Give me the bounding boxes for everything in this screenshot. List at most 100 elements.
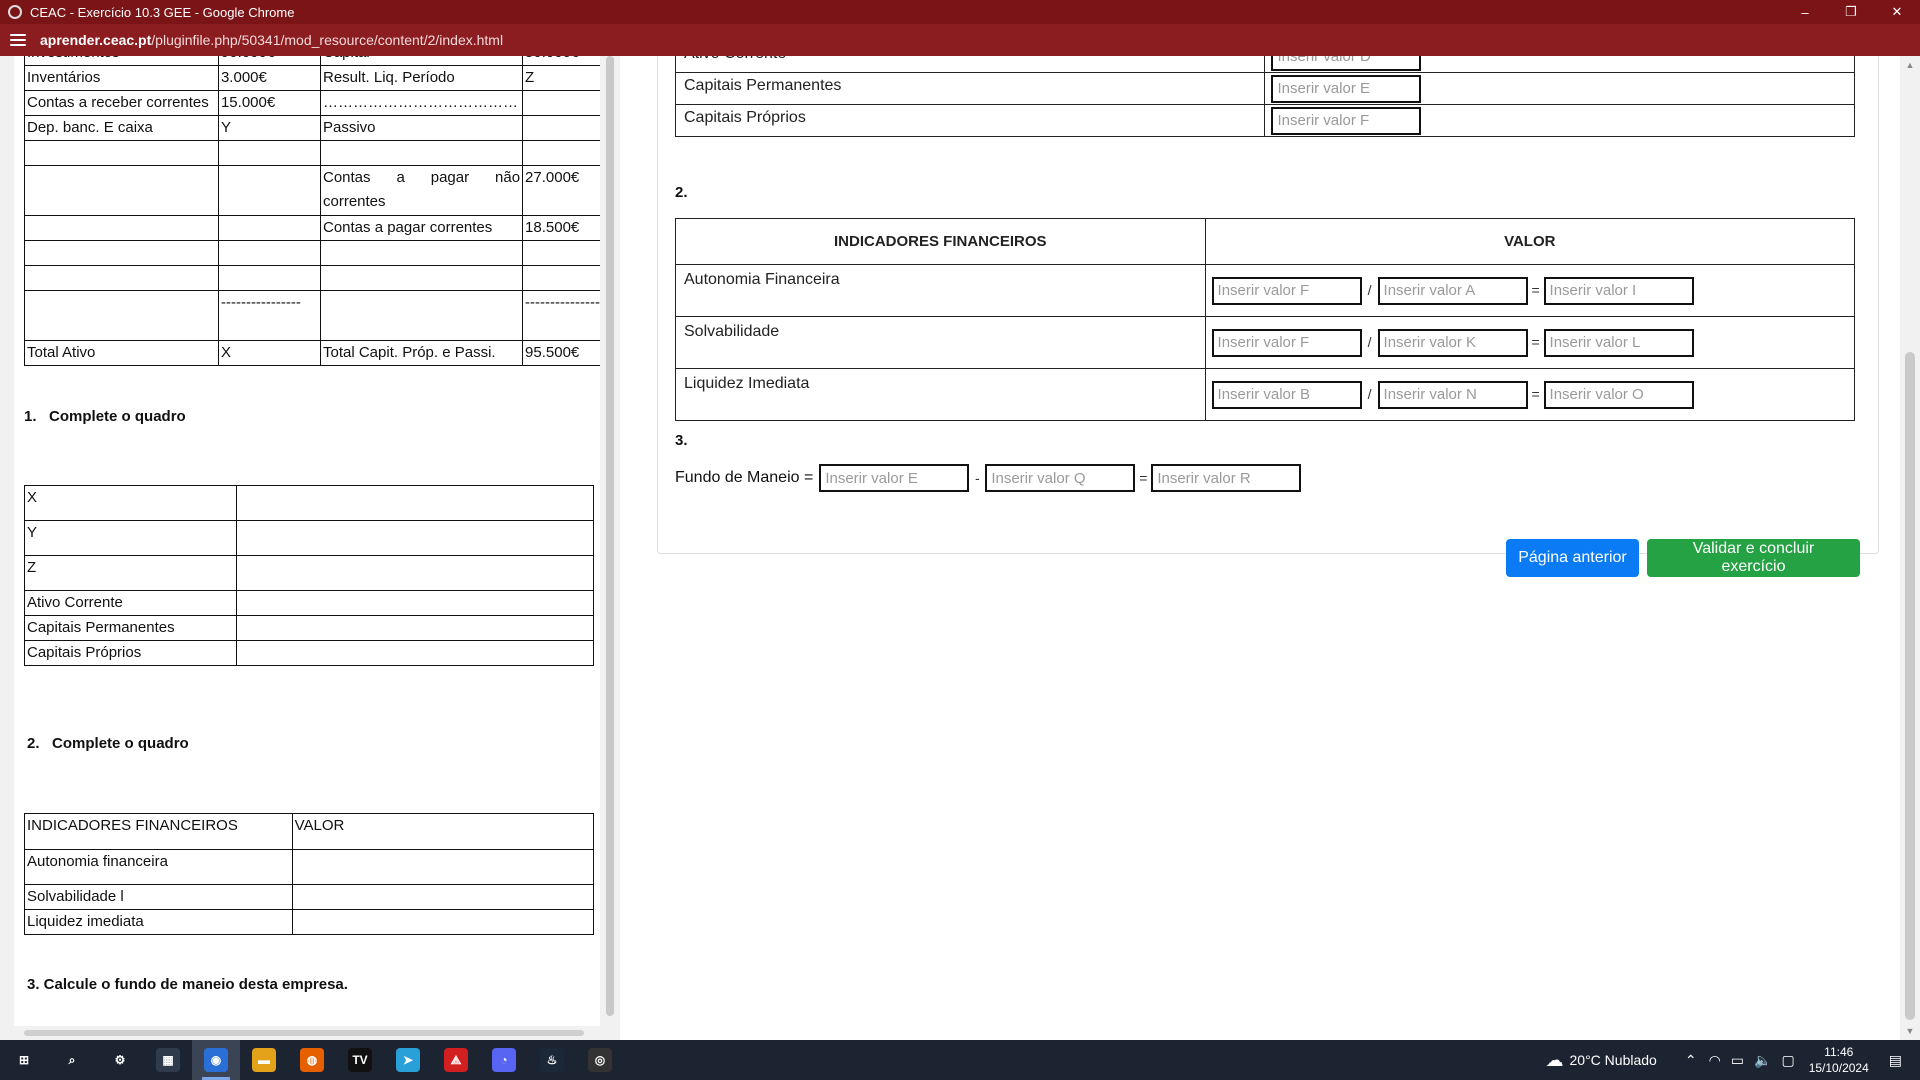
weather-text[interactable]: 20°C Nublado bbox=[1570, 1052, 1657, 1068]
balance-cell bbox=[217, 165, 322, 216]
notifications-icon[interactable]: ▤ bbox=[1889, 1052, 1902, 1069]
battery-icon[interactable]: ▭ bbox=[1731, 1052, 1744, 1069]
value-row-label: Capitais Próprios bbox=[674, 104, 1266, 137]
numerator-input[interactable] bbox=[1211, 380, 1362, 409]
left-horizontal-scrollbar[interactable] bbox=[14, 1026, 600, 1040]
value-input[interactable] bbox=[1271, 56, 1422, 71]
validate-exercise-button[interactable]: Validar e concluir exercício bbox=[1647, 539, 1860, 577]
heading-1: 1. Complete o quadro bbox=[24, 408, 186, 425]
url-path[interactable]: /pluginfile.php/50341/mod_resource/conte… bbox=[151, 32, 503, 48]
vpn-icon[interactable]: ▢ bbox=[1781, 1052, 1794, 1069]
taskbar-obs-icon[interactable]: ◎ bbox=[576, 1040, 624, 1080]
close-button[interactable]: ✕ bbox=[1874, 0, 1920, 24]
left-vertical-scrollbar[interactable] bbox=[600, 56, 620, 1040]
restore-button[interactable]: ❐ bbox=[1828, 0, 1874, 24]
wifi-icon[interactable]: ◠ bbox=[1709, 1052, 1721, 1069]
fundo-maneio-label: Fundo de Maneio = bbox=[675, 469, 814, 486]
balance-cell: 90.000€ bbox=[217, 56, 322, 66]
balance-cell bbox=[24, 290, 219, 341]
value-header: VALOR bbox=[1204, 218, 1856, 265]
scroll-down-icon[interactable]: ▼ bbox=[1905, 1026, 1915, 1036]
divide-operator: / bbox=[1367, 386, 1372, 402]
balance-cell: Capital bbox=[319, 56, 524, 66]
scroll-up-icon[interactable]: ▲ bbox=[1905, 60, 1915, 70]
table2-header-indicators: INDICADORES FINANCEIROS bbox=[24, 813, 293, 850]
table1-label: Z bbox=[24, 555, 237, 591]
value-input[interactable] bbox=[1271, 74, 1422, 103]
numerator-input[interactable] bbox=[1211, 328, 1362, 357]
balance-row: Investimentos90.000€Capital50.000€ bbox=[24, 56, 600, 66]
balance-cell: Z bbox=[522, 65, 600, 91]
balance-cell: 3.000€ bbox=[217, 65, 322, 91]
volume-icon[interactable]: 🔈 bbox=[1754, 1052, 1771, 1069]
divide-operator: / bbox=[1367, 282, 1372, 298]
table1-label: Capitais Próprios bbox=[24, 640, 237, 666]
value-row: Capitais Permanentes bbox=[674, 72, 1855, 105]
taskbar-calculator-icon[interactable]: ▦ bbox=[144, 1040, 192, 1080]
table1-value-cell bbox=[235, 520, 595, 556]
input-fundo-e[interactable] bbox=[819, 464, 970, 492]
indicator-row: Autonomia Financeira/= bbox=[675, 264, 1856, 317]
taskbar-firefox-icon[interactable]: ◍ bbox=[288, 1040, 336, 1080]
taskbar-settings-icon[interactable]: ⚙ bbox=[96, 1040, 144, 1080]
tray-chevron-icon[interactable]: ⌃ bbox=[1685, 1052, 1697, 1069]
taskbar-discord-icon[interactable]: ◔ bbox=[480, 1040, 528, 1080]
result-input[interactable] bbox=[1543, 276, 1694, 305]
balance-row: Dep. banc. E caixa Y Passivo bbox=[24, 115, 600, 141]
table2-label: Solvabilidade l bbox=[24, 884, 293, 910]
table1-row: X bbox=[24, 485, 595, 521]
balance-cell bbox=[319, 265, 524, 291]
taskbar-search-icon[interactable]: ⌕ bbox=[48, 1040, 96, 1080]
taskbar-start-icon[interactable]: ⊞ bbox=[0, 1040, 48, 1080]
heading-3: 3. Calcule o fundo de maneio desta empre… bbox=[27, 976, 348, 993]
balance-cell: Total Ativo bbox=[24, 340, 219, 366]
balance-row bbox=[24, 265, 600, 291]
taskbar-chrome-icon[interactable]: ◉ bbox=[192, 1040, 240, 1080]
balance-cell bbox=[24, 140, 219, 166]
minimize-button[interactable]: – bbox=[1782, 0, 1828, 24]
balance-cell bbox=[522, 90, 600, 116]
table1-label: Ativo Corrente bbox=[24, 590, 237, 616]
indicator-formula-cell: /= bbox=[1204, 316, 1856, 369]
result-input[interactable] bbox=[1543, 380, 1694, 409]
previous-page-button[interactable]: Página anterior bbox=[1506, 539, 1639, 577]
denominator-input[interactable] bbox=[1377, 380, 1528, 409]
result-input[interactable] bbox=[1543, 328, 1694, 357]
chrome-app-icon bbox=[8, 5, 22, 19]
value-input[interactable] bbox=[1271, 106, 1422, 135]
taskbar-telegram-icon[interactable]: ➤ bbox=[384, 1040, 432, 1080]
input-fundo-q[interactable] bbox=[985, 464, 1136, 492]
input-fundo-r[interactable] bbox=[1151, 464, 1302, 492]
right-vertical-scrollbar[interactable]: ▲ ▼ bbox=[1900, 56, 1920, 1040]
balance-cell bbox=[522, 140, 600, 166]
indicator-row: Liquidez Imediata/= bbox=[675, 368, 1856, 421]
table2-header-value: VALOR bbox=[291, 813, 595, 850]
window-title: CEAC - Exercício 10.3 GEE - Google Chrom… bbox=[30, 4, 295, 20]
taskbar-tradingview-icon[interactable]: TV bbox=[336, 1040, 384, 1080]
table1-row: Ativo Corrente bbox=[24, 590, 595, 616]
url-domain[interactable]: aprender.ceac.pt bbox=[40, 32, 151, 48]
value-row: Capitais Próprios bbox=[674, 104, 1855, 137]
table2-value-cell bbox=[291, 884, 595, 910]
taskbar-steam-icon[interactable]: ♨ bbox=[528, 1040, 576, 1080]
weather-icon[interactable]: ☁ bbox=[1546, 1050, 1564, 1071]
value-input-cell bbox=[1264, 104, 1855, 137]
taskbar-acrobat-icon[interactable]: ⟁ bbox=[432, 1040, 480, 1080]
taskbar-explorer-icon[interactable]: ▬ bbox=[240, 1040, 288, 1080]
table2-row: Solvabilidade l bbox=[24, 884, 595, 910]
table1-label: X bbox=[24, 485, 237, 521]
balance-cell: Contas a pagar correntes bbox=[319, 215, 524, 241]
address-bar[interactable]: aprender.ceac.pt /pluginfile.php/50341/m… bbox=[0, 24, 1920, 56]
denominator-input[interactable] bbox=[1377, 328, 1528, 357]
denominator-input[interactable] bbox=[1377, 276, 1528, 305]
window-titlebar: CEAC - Exercício 10.3 GEE - Google Chrom… bbox=[0, 0, 1920, 24]
balance-cell: ………………………………… bbox=[319, 90, 524, 116]
clock[interactable]: 11:46 15/10/2024 bbox=[1809, 1044, 1869, 1076]
balance-cell: Inventários bbox=[24, 65, 219, 91]
fundo-maneio-row: Fundo de Maneio = - = bbox=[675, 464, 1302, 492]
balance-cell bbox=[319, 240, 524, 266]
site-info-icon[interactable] bbox=[10, 34, 26, 46]
numerator-input[interactable] bbox=[1211, 276, 1362, 305]
balance-cell: X bbox=[217, 340, 322, 366]
table1-row: Capitais Permanentes bbox=[24, 615, 595, 641]
